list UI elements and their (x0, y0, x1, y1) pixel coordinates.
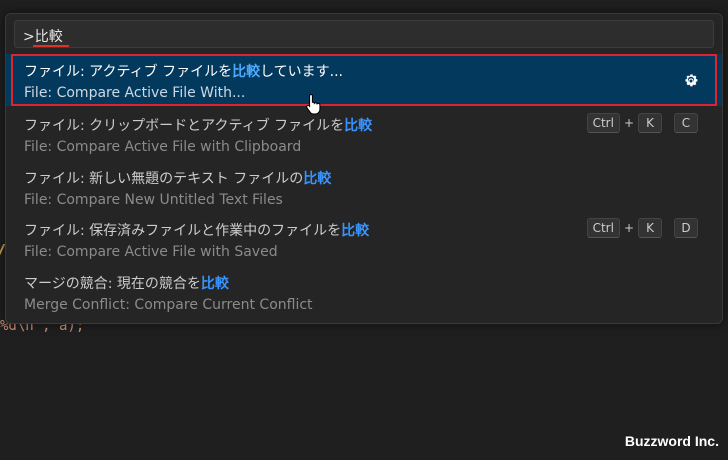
command-detail: File: Compare Active File with Clipboard (24, 139, 302, 155)
search-annotation-underline (33, 45, 69, 47)
key-ctrl: Ctrl (586, 113, 620, 133)
keybinding: Ctrl + K D (586, 218, 698, 238)
command-label: ファイル: クリップボードとアクティブ ファイルを比較 (24, 118, 373, 134)
label-highlight: 比較 (303, 171, 332, 187)
command-detail: File: Compare Active File with Saved (24, 244, 278, 260)
command-item-compare-with-saved[interactable]: ファイル: 保存済みファイルと作業中のファイルを比較 File: Compare… (6, 213, 722, 265)
command-label: マージの競合: 現在の競合を比較 (24, 276, 229, 292)
search-value: >比較 (23, 29, 63, 45)
key-c: C (674, 113, 698, 133)
command-item-compare-with-clipboard[interactable]: ファイル: クリップボードとアクティブ ファイルを比較 File: Compar… (6, 108, 722, 160)
keybinding: Ctrl + K C (586, 113, 698, 133)
key-k: K (638, 218, 662, 238)
watermark: Buzzword Inc. (624, 433, 719, 449)
label-highlight: 比較 (341, 223, 370, 239)
command-search-input[interactable]: >比較 (14, 20, 714, 48)
key-plus: + (623, 116, 634, 130)
command-detail: File: Compare New Untitled Text Files (24, 192, 283, 208)
command-item-compare-active-with[interactable]: ファイル: アクティブ ファイルを比較しています... File: Compar… (6, 54, 722, 115)
label-highlight: 比較 (200, 276, 229, 292)
command-item-merge-compare-current[interactable]: マージの競合: 現在の競合を比較 Merge Conflict: Compare… (6, 266, 722, 318)
command-label: ファイル: 新しい無題のテキスト ファイルの比較 (24, 171, 332, 187)
label-highlight: 比較 (344, 118, 373, 134)
key-d: D (674, 218, 698, 238)
command-label: ファイル: 保存済みファイルと作業中のファイルを比較 (24, 223, 370, 239)
command-item-compare-new-untitled[interactable]: ファイル: 新しい無題のテキスト ファイルの比較 File: Compare N… (6, 161, 722, 213)
selection-annotation-frame (11, 54, 717, 106)
key-k: K (638, 113, 662, 133)
command-detail: Merge Conflict: Compare Current Conflict (24, 297, 313, 313)
command-palette: >比較 ファイル: アクティブ ファイルを比較しています... File: Co… (5, 13, 723, 324)
key-ctrl: Ctrl (586, 218, 620, 238)
key-plus: + (623, 221, 634, 235)
